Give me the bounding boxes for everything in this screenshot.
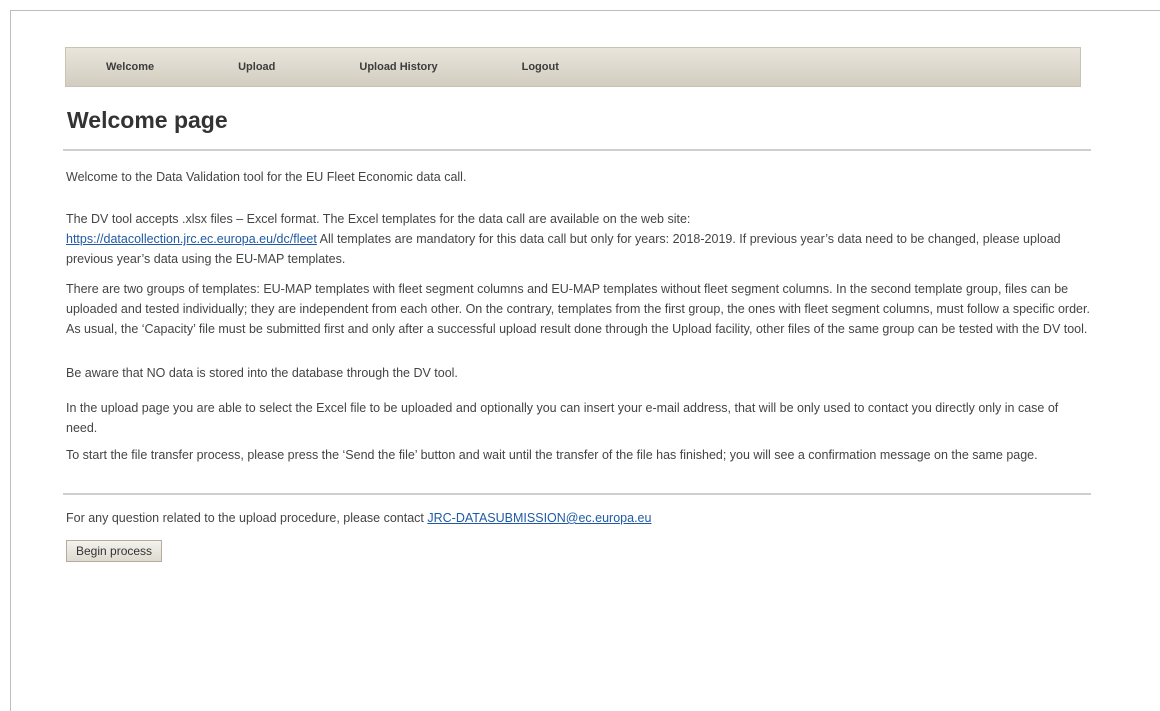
title-divider — [63, 149, 1091, 151]
fleet-templates-link[interactable]: https://datacollection.jrc.ec.europa.eu/… — [66, 232, 317, 246]
nav-logout[interactable]: Logout — [522, 61, 559, 73]
contact-paragraph: For any question related to the upload p… — [66, 508, 1092, 528]
transfer-paragraph: To start the file transfer process, plea… — [66, 448, 1038, 462]
intro-paragraph: Welcome to the Data Validation tool for … — [66, 170, 467, 184]
browser-frame: Welcome Upload Upload History Logout Wel… — [10, 10, 1160, 711]
nav-upload[interactable]: Upload — [238, 61, 275, 73]
begin-process-button[interactable]: Begin process — [66, 540, 163, 562]
formats-paragraph: The DV tool accepts .xlsx files – Excel … — [66, 209, 1092, 269]
no-data-notice: Be aware that NO data is stored into the… — [66, 366, 458, 380]
page-title: Welcome page — [67, 107, 228, 133]
footer-divider — [63, 493, 1091, 495]
contact-text: For any question related to the upload p… — [66, 511, 428, 525]
nav-upload-history[interactable]: Upload History — [359, 61, 437, 73]
formats-text-before: The DV tool accepts .xlsx files – Excel … — [66, 212, 691, 226]
nav-welcome[interactable]: Welcome — [106, 61, 154, 73]
upload-page-paragraph: In the upload page you are able to selec… — [66, 401, 1059, 435]
contact-email-link[interactable]: JRC-DATASUBMISSION@ec.europa.eu — [427, 511, 651, 525]
top-navigation: Welcome Upload Upload History Logout — [65, 47, 1081, 87]
page-content: Welcome Upload Upload History Logout Wel… — [63, 47, 1091, 562]
templates-paragraph: There are two groups of templates: EU-MA… — [66, 282, 1090, 336]
